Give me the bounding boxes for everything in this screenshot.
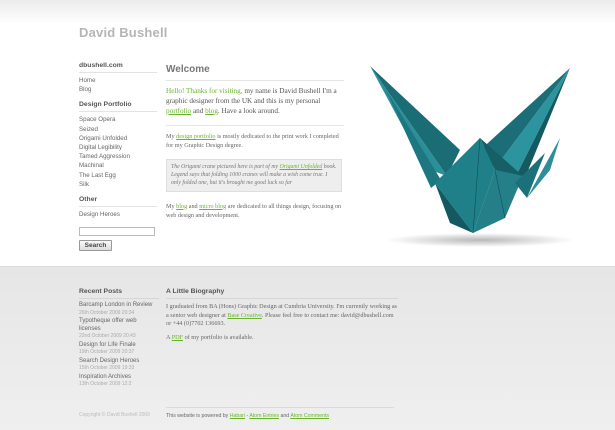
base-creative-link[interactable]: Base Creative (227, 312, 262, 319)
origami-unfolded-link[interactable]: Origami Unfolded (280, 164, 323, 170)
sidebar-item-digital-legibility[interactable]: Digital Legibility (79, 143, 157, 152)
portfolio-paragraph-text-a: My (166, 133, 177, 140)
portfolio-link[interactable]: portfolio (166, 107, 191, 115)
intro-and: and (191, 107, 206, 115)
biography-text: I graduated from BA (Hons) Graphic Desig… (166, 303, 398, 329)
page-title: Welcome (166, 64, 344, 81)
sidebar-heading-portfolio: Design Portfolio (79, 101, 157, 113)
divider (166, 125, 344, 126)
atom-comments-link[interactable]: Atom Comments (290, 413, 329, 419)
post-date: 15th October 2009 19:33 (79, 365, 135, 371)
post-title[interactable]: Inspiration Archives (79, 374, 159, 382)
sidebar-item-silk[interactable]: Silk (79, 180, 157, 189)
recent-posts: Recent Posts Barcamp London in Review 26… (79, 288, 159, 390)
sidebar-item-home[interactable]: Home (79, 76, 157, 85)
sidebar-item-machinal[interactable]: Machinal (79, 161, 157, 170)
powered-by: This website is powered by Habari - Atom… (166, 413, 329, 419)
pdf-paragraph: A PDF of my portfolio is available. (166, 334, 398, 343)
list-item[interactable]: Inspiration Archives 13th October 2009 1… (79, 374, 159, 388)
intro-greeting: Hello! Thanks for visiting, (166, 87, 243, 95)
sidebar-item-tamed-aggression[interactable]: Tamed Aggression (79, 152, 157, 161)
main-content: Welcome Hello! Thanks for visiting, my n… (166, 64, 344, 220)
post-date: 13th October 2009 12:2 (79, 381, 132, 387)
post-date: 26th October 2009 20:34 (79, 309, 135, 316)
copyright: Copyright © David Bushell 2009 (79, 412, 150, 418)
biography-heading: A Little Biography (166, 288, 398, 299)
note-text-a: The Origami crane pictured here is part … (171, 164, 280, 170)
micro-blog-link[interactable]: micro blog (199, 203, 226, 210)
intro-text-2: . Have a look around. (217, 107, 280, 115)
post-title[interactable]: Typotheque offer web licenses (79, 318, 159, 333)
post-title[interactable]: Search Design Heroes (79, 358, 159, 366)
sidebar-item-space-opera[interactable]: Space Opera (79, 115, 157, 124)
site-title[interactable]: David Bushell (79, 25, 168, 40)
sidebar-item-blog[interactable]: Blog (79, 85, 157, 94)
portfolio-paragraph: My design portfolio is mostly dedicated … (166, 132, 344, 150)
post-date: 22nd October 2009 20:43 (79, 333, 136, 339)
crane-note: The Origami crane pictured here is part … (166, 159, 342, 192)
design-portfolio-link[interactable]: design portfolio (176, 133, 215, 140)
sidebar: dbushell.com Home Blog Design Portfolio … (79, 62, 157, 252)
list-item[interactable]: Search Design Heroes 15th October 2009 1… (79, 358, 159, 372)
post-title[interactable]: Barcamp London in Review (79, 302, 159, 310)
blog-link[interactable]: blog (205, 107, 218, 115)
powered-text: This website is powered by (166, 413, 230, 419)
post-title[interactable]: Design for Life Finale (79, 342, 159, 350)
pdf-text-b: of my portfolio is available. (183, 333, 254, 341)
sidebar-item-the-last-egg[interactable]: The Last Egg (79, 171, 157, 180)
search-button[interactable]: Search (79, 240, 112, 252)
sidebar-other-list: Design Heroes (79, 210, 157, 219)
blog-paragraph: My blog and micro blog are dedicated to … (166, 202, 344, 220)
search-input[interactable] (79, 227, 155, 237)
sidebar-item-design-heroes[interactable]: Design Heroes (79, 210, 157, 219)
sidebar-item-origami-unfolded[interactable]: Origami Unfolded (79, 134, 157, 143)
sidebar-home-list: Home Blog (79, 76, 157, 94)
sidebar-portfolio-list: Space Opera Seized Origami Unfolded Digi… (79, 115, 157, 189)
atom-entries-link[interactable]: Atom Entries (249, 413, 279, 419)
origami-crane-illustration (370, 66, 575, 247)
intro-paragraph: Hello! Thanks for visiting, my name is D… (166, 86, 344, 116)
sidebar-heading-other: Other (79, 196, 157, 208)
blog-link-2[interactable]: blog (176, 203, 187, 210)
post-date: 19th October 2009 20:37 (79, 349, 135, 355)
list-item[interactable]: Design for Life Finale 19th October 2009… (79, 342, 159, 356)
biography: A Little Biography I graduated from BA (… (166, 288, 398, 342)
blog-paragraph-text-a: My (166, 202, 177, 210)
powered-and: and (279, 413, 291, 419)
list-item[interactable]: Barcamp London in Review 26th October 20… (79, 302, 159, 316)
blog-paragraph-and: and (187, 202, 200, 210)
sidebar-item-seized[interactable]: Seized (79, 125, 157, 134)
list-item[interactable]: Typotheque offer web licenses 22nd Octob… (79, 318, 159, 340)
footer-divider (166, 407, 394, 408)
habari-link[interactable]: Habari (230, 413, 245, 419)
recent-posts-heading: Recent Posts (79, 288, 159, 299)
sidebar-heading-home: dbushell.com (79, 62, 157, 73)
pdf-link[interactable]: PDF (172, 334, 183, 341)
